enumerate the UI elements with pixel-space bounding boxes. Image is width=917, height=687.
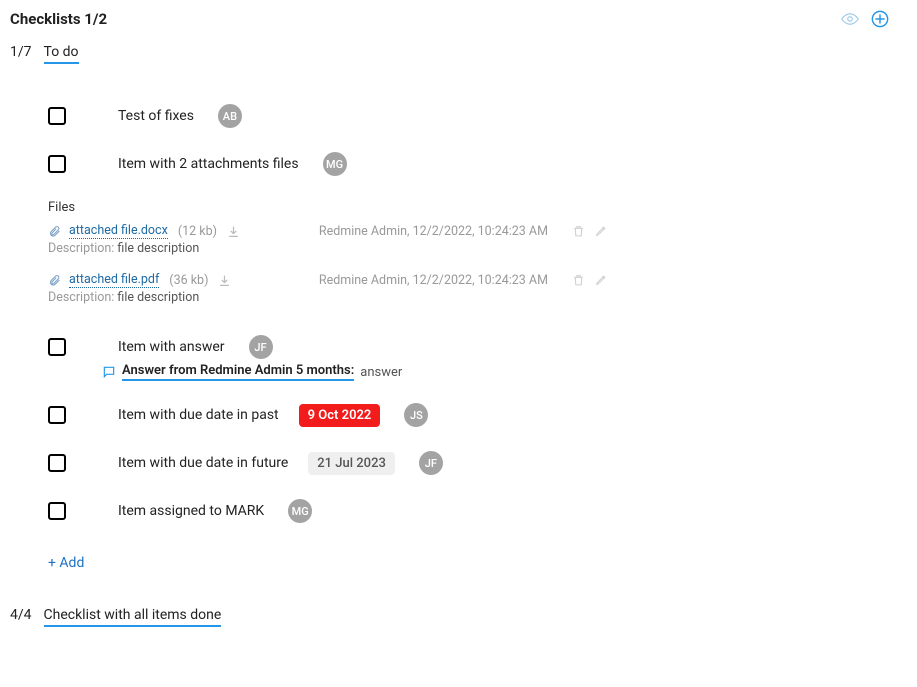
- item-checkbox[interactable]: [48, 338, 66, 356]
- attachment-size: (12 kb): [178, 224, 217, 239]
- attachment-meta: Redmine Admin, 12/2/2022, 10:24:23 AM: [319, 224, 556, 239]
- attachment-description: Description: file description: [48, 241, 608, 256]
- item-label: Item assigned to MARK: [118, 503, 264, 519]
- checklist-done: 4/4 Checklist with all items done: [10, 607, 893, 627]
- page-header: Checklists 1/2: [10, 10, 893, 28]
- assignee-avatar[interactable]: MG: [323, 152, 347, 176]
- assignee-avatar[interactable]: JS: [404, 403, 428, 427]
- paperclip-icon: [48, 273, 61, 288]
- download-icon[interactable]: [218, 274, 231, 287]
- due-date-badge-past: 9 Oct 2022: [299, 404, 381, 427]
- checklist-title-row: 1/7 To do: [10, 44, 893, 64]
- attachment-meta: Redmine Admin, 12/2/2022, 10:24:23 AM: [319, 273, 556, 288]
- attachments-header: Files: [48, 200, 893, 215]
- item-checkbox[interactable]: [48, 502, 66, 520]
- assignee-avatar[interactable]: JF: [419, 451, 443, 475]
- item-checkbox[interactable]: [48, 107, 66, 125]
- item-checkbox[interactable]: [48, 155, 66, 173]
- edit-icon[interactable]: [595, 224, 608, 238]
- item-label: Test of fixes: [118, 108, 194, 124]
- checklist-item: Item with due date in future 21 Jul 2023…: [48, 451, 893, 475]
- answer-author-prefix[interactable]: Answer from Redmine Admin 5 months:: [122, 363, 354, 381]
- checklist-item: Item with answer JF: [48, 335, 893, 359]
- checklist-item: Item assigned to MARK MG: [48, 499, 893, 523]
- item-label: Item with due date in future: [118, 455, 288, 471]
- edit-icon[interactable]: [595, 273, 608, 287]
- checklist-fraction: 4/4: [10, 607, 32, 623]
- attachment-filename[interactable]: attached file.docx: [69, 223, 168, 239]
- checklist-item: Test of fixes AB: [48, 104, 893, 128]
- checklist-items: Test of fixes AB Item with 2 attachments…: [10, 104, 893, 571]
- item-label: Item with 2 attachments files: [118, 156, 299, 172]
- checklist-todo: 1/7 To do Test of fixes AB Item with 2 a…: [10, 44, 893, 571]
- answer-text: answer: [360, 365, 402, 380]
- assignee-avatar[interactable]: AB: [218, 104, 242, 128]
- download-icon[interactable]: [227, 225, 240, 238]
- delete-icon[interactable]: [572, 224, 585, 238]
- attachment-row: attached file.pdf (36 kb) Redmine Admin,…: [48, 272, 608, 288]
- attachment-size: (36 kb): [169, 273, 208, 288]
- item-label: Item with due date in past: [118, 407, 279, 423]
- item-checkbox[interactable]: [48, 454, 66, 472]
- item-label: Item with answer: [118, 339, 225, 355]
- checklist-title-row: 4/4 Checklist with all items done: [10, 607, 893, 627]
- due-date-badge-future: 21 Jul 2023: [308, 452, 395, 475]
- checklist-name[interactable]: To do: [44, 44, 79, 64]
- paperclip-icon: [48, 224, 61, 239]
- attachment-filename[interactable]: attached file.pdf: [69, 272, 159, 288]
- checklist-item: Item with 2 attachments files MG: [48, 152, 893, 176]
- attachments-section: Files attached file.docx (12 kb) Redmine…: [48, 200, 893, 305]
- attachment-description: Description: file description: [48, 290, 608, 305]
- comment-icon: [102, 365, 116, 379]
- assignee-avatar[interactable]: MG: [288, 499, 312, 523]
- attachment-row: attached file.docx (12 kb) Redmine Admin…: [48, 223, 608, 239]
- delete-icon[interactable]: [572, 273, 585, 287]
- visibility-icon[interactable]: [841, 10, 859, 28]
- assignee-avatar[interactable]: JF: [249, 335, 273, 359]
- page-title: Checklists 1/2: [10, 10, 107, 28]
- add-checklist-icon[interactable]: [871, 10, 889, 28]
- attachment-block: attached file.pdf (36 kb) Redmine Admin,…: [48, 272, 608, 305]
- add-item-button[interactable]: + Add: [48, 555, 84, 571]
- item-checkbox[interactable]: [48, 406, 66, 424]
- attachment-block: attached file.docx (12 kb) Redmine Admin…: [48, 223, 608, 256]
- header-actions: [841, 10, 889, 28]
- checklist-name[interactable]: Checklist with all items done: [44, 607, 222, 627]
- item-answer: Answer from Redmine Admin 5 months: answ…: [102, 363, 893, 381]
- checklist-item: Item with due date in past 9 Oct 2022 JS: [48, 403, 893, 427]
- checklist-fraction: 1/7: [10, 44, 32, 60]
